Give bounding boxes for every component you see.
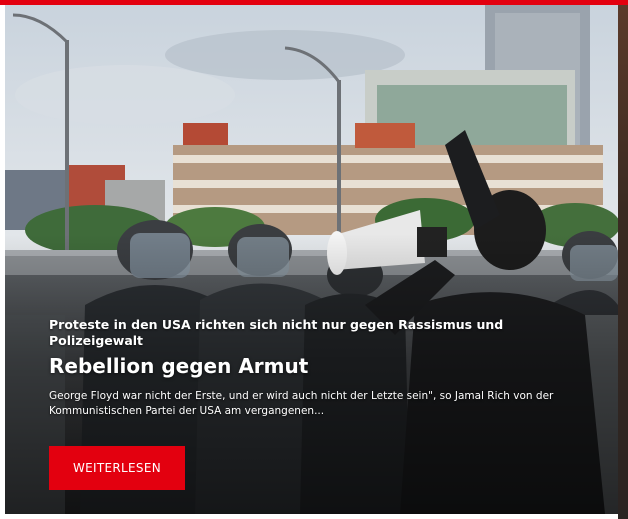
read-more-button[interactable]: WEITERLESEN bbox=[49, 446, 185, 490]
article-teaser-card[interactable]: Proteste in den USA richten sich nicht n… bbox=[5, 5, 618, 514]
article-headline[interactable]: Rebellion gegen Armut bbox=[49, 353, 569, 379]
teaser-caption: Proteste in den USA richten sich nicht n… bbox=[49, 317, 569, 419]
adjacent-slide-edge bbox=[618, 5, 628, 519]
article-teaser-text: George Floyd war nicht der Erste, und er… bbox=[49, 390, 554, 417]
image-darken-overlay bbox=[5, 5, 618, 514]
page: Proteste in den USA richten sich nicht n… bbox=[0, 0, 628, 519]
article-kicker: Proteste in den USA richten sich nicht n… bbox=[49, 317, 504, 348]
